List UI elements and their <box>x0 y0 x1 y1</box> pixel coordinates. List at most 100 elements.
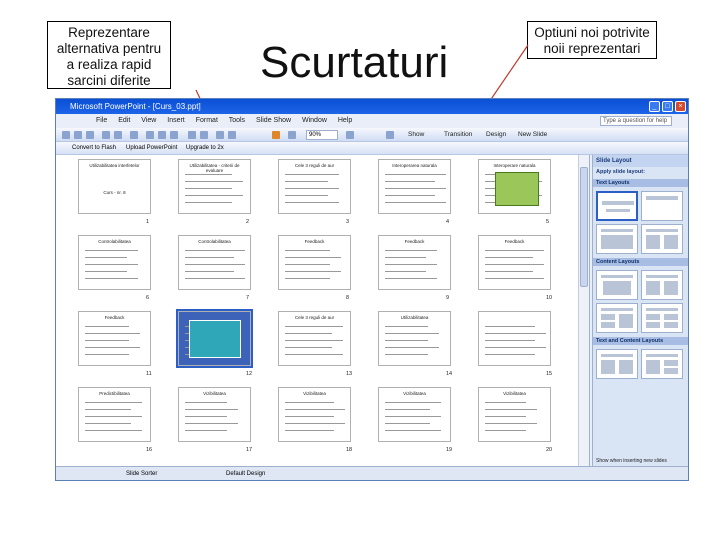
slide-text-line <box>385 188 446 189</box>
upload-ppt-button[interactable]: Upload PowerPoint <box>126 142 177 155</box>
show-when-inserting-checkbox[interactable]: Show when inserting new slides <box>596 458 667 464</box>
cut-icon[interactable] <box>146 131 154 139</box>
slide-thumbnail[interactable]: Interoperare naturala <box>478 159 551 214</box>
layout-content-4[interactable] <box>641 303 683 333</box>
show-button[interactable]: Show <box>408 128 424 142</box>
color-icon[interactable] <box>272 131 280 139</box>
save-icon[interactable] <box>86 131 94 139</box>
hide-slide-icon[interactable] <box>386 131 394 139</box>
vertical-scrollbar[interactable] <box>578 155 589 466</box>
slide-thumbnail[interactable]: Feedback <box>78 311 151 366</box>
slide-thumbnail[interactable]: Controlabilitatea <box>78 235 151 290</box>
slide-text-line <box>185 430 227 431</box>
slide-title: Feedback <box>504 239 525 244</box>
slide-title: Interoperarea naturala <box>392 163 437 168</box>
slide-sorter: Utilizabilitatea interfetelor Curs - nr. … <box>56 155 590 466</box>
slide-thumbnail[interactable] <box>478 311 551 366</box>
layout-title-slide[interactable] <box>596 191 638 221</box>
layout-title-text[interactable] <box>596 224 638 254</box>
slide-text-line <box>485 333 546 334</box>
close-icon[interactable]: × <box>675 101 686 112</box>
maximize-icon[interactable]: □ <box>662 101 673 112</box>
layout-text-content-2[interactable] <box>641 349 683 379</box>
slide-thumbnail[interactable]: Utilizabilitatea interfetelor Curs - nr. … <box>78 159 151 214</box>
section-content-layouts: Content Layouts <box>593 258 688 266</box>
menu-edit[interactable]: Edit <box>118 117 130 124</box>
paste-icon[interactable] <box>170 131 178 139</box>
convert-flash-button[interactable]: Convert to Flash <box>72 142 116 155</box>
slide-thumbnail[interactable]: Predictibilitatea <box>78 387 151 442</box>
slide-text-line <box>185 271 234 272</box>
preview-icon[interactable] <box>114 131 122 139</box>
slide-thumbnail[interactable]: Interoperarea naturala <box>378 159 451 214</box>
slide-text-line <box>85 354 129 355</box>
menu-help[interactable]: Help <box>338 117 352 124</box>
menu-format[interactable]: Format <box>196 117 218 124</box>
slide-text-line <box>385 278 437 279</box>
slide-text-line <box>485 271 533 272</box>
menu-tools[interactable]: Tools <box>229 117 245 124</box>
redo-icon[interactable] <box>200 131 208 139</box>
menu-file[interactable]: File <box>96 117 107 124</box>
slide-thumbnail[interactable]: Feedback <box>278 235 351 290</box>
minimize-icon[interactable]: _ <box>649 101 660 112</box>
status-design: Default Design <box>226 471 266 477</box>
slide-thumbnail[interactable]: Vizibilitatea <box>178 387 251 442</box>
table-icon[interactable] <box>228 131 236 139</box>
upgrade-button[interactable]: Upgrade to 2x <box>186 142 224 155</box>
slide-thumbnail[interactable]: Controlabilitatea <box>178 235 251 290</box>
layout-content-2[interactable] <box>641 270 683 300</box>
layout-two-column-text[interactable] <box>641 224 683 254</box>
undo-icon[interactable] <box>188 131 196 139</box>
slide-title: Predictibilitatea <box>99 391 130 396</box>
chart-icon[interactable] <box>216 131 224 139</box>
zoom-select[interactable]: 90% <box>306 130 338 140</box>
grid-icon[interactable] <box>288 131 296 139</box>
slide-thumbnail[interactable]: Utilizabilitatea - criterii de evaluare <box>178 159 251 214</box>
print-icon[interactable] <box>102 131 110 139</box>
layout-content-1[interactable] <box>596 270 638 300</box>
slide-thumbnail[interactable]: Vizibilitatea <box>478 387 551 442</box>
slide-number: 14 <box>446 371 453 377</box>
slide-text-line <box>285 354 343 355</box>
slide-thumbnail[interactable]: Utilizabilitatea <box>378 311 451 366</box>
slide-text-line <box>285 430 334 431</box>
help-search-input[interactable]: Type a question for help <box>600 116 672 126</box>
layout-content-3[interactable] <box>596 303 638 333</box>
task-pane: Slide Layout Apply slide layout: Text La… <box>592 155 688 466</box>
slide-text-line <box>485 347 546 348</box>
slide-number: 6 <box>146 295 150 301</box>
slide-thumbnail[interactable]: Vizibilitatea <box>378 387 451 442</box>
slide-image <box>189 320 241 358</box>
transition-button[interactable]: Transition <box>444 128 472 142</box>
slide-text-line <box>185 416 227 417</box>
layout-text-content-1[interactable] <box>596 349 638 379</box>
slide-title: Utilizabilitatea - criterii de evaluare <box>189 163 240 173</box>
slide-text-line <box>85 257 127 258</box>
slide-text-line <box>85 333 140 334</box>
slide-text-line <box>485 402 526 403</box>
help-icon[interactable] <box>346 131 354 139</box>
menu-window[interactable]: Window <box>302 117 327 124</box>
slide-thumbnail[interactable] <box>176 309 253 368</box>
slide-thumbnail[interactable]: Cele 3 reguli de aur <box>278 311 351 366</box>
open-icon[interactable] <box>74 131 82 139</box>
slide-thumbnail[interactable]: Vizibilitatea <box>278 387 351 442</box>
slide-thumbnail[interactable]: Feedback <box>478 235 551 290</box>
slide-thumbnail[interactable]: Feedback <box>378 235 451 290</box>
slide-text-line <box>185 195 243 196</box>
copy-icon[interactable] <box>158 131 166 139</box>
title-bar: Microsoft PowerPoint - [Curs_03.ppt] _ □… <box>56 99 688 114</box>
new-icon[interactable] <box>62 131 70 139</box>
layout-title-only[interactable] <box>641 191 683 221</box>
scroll-thumb[interactable] <box>580 167 588 287</box>
slide-text-line <box>285 347 332 348</box>
design-button[interactable]: Design <box>486 128 506 142</box>
slide-title: Feedback <box>304 239 325 244</box>
spelling-icon[interactable] <box>130 131 138 139</box>
new-slide-button[interactable]: New Slide <box>518 128 547 142</box>
slide-thumbnail[interactable]: Cele 3 reguli de aur <box>278 159 351 214</box>
menu-slide-show[interactable]: Slide Show <box>256 117 291 124</box>
menu-insert[interactable]: Insert <box>167 117 185 124</box>
menu-view[interactable]: View <box>141 117 156 124</box>
